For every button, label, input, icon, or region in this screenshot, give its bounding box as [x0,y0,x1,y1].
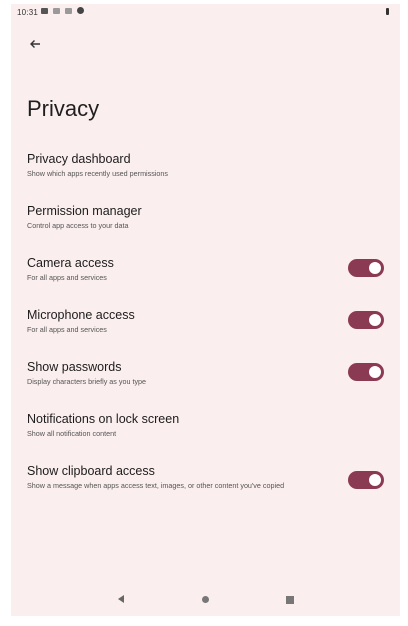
microphone-access-toggle[interactable] [348,311,384,329]
item-subtitle: Show a message when apps access text, im… [27,481,285,490]
item-subtitle: For all apps and services [27,325,107,334]
show-clipboard-access-item[interactable]: Show clipboard access Show a message whe… [27,464,392,490]
item-title: Privacy dashboard [27,152,131,166]
settings-screen: 10:31 Privacy Privacy dashboard Show whi… [11,4,400,616]
item-subtitle: Control app access to your data [27,221,129,230]
battery-icon [386,8,389,15]
back-triangle-icon[interactable] [118,595,124,603]
privacy-dashboard-item[interactable]: Privacy dashboard Show which apps recent… [27,152,392,178]
toggle-thumb [369,262,381,274]
message-icon [65,7,72,14]
arrow-back-icon [30,40,40,48]
navigation-bar [11,586,400,616]
item-subtitle: Show all notification content [27,429,117,438]
toggle-thumb [369,474,381,486]
toggle-thumb [369,366,381,378]
show-clipboard-access-toggle[interactable] [348,471,384,489]
camera-access-toggle[interactable] [348,259,384,277]
permission-manager-item[interactable]: Permission manager Control app access to… [27,204,392,230]
camera-access-item[interactable]: Camera access For all apps and services [27,256,392,282]
item-title: Camera access [27,256,114,270]
microphone-access-item[interactable]: Microphone access For all apps and servi… [27,308,392,334]
item-title: Show passwords [27,360,122,374]
status-time: 10:31 [17,8,39,17]
toggle-thumb [369,314,381,326]
item-title: Permission manager [27,204,142,218]
recents-square-icon[interactable] [286,596,294,604]
show-passwords-item[interactable]: Show passwords Display characters briefl… [27,360,392,386]
item-title: Microphone access [27,308,135,322]
item-subtitle: Show which apps recently used permission… [27,169,169,178]
show-passwords-toggle[interactable] [348,363,384,381]
item-title: Notifications on lock screen [27,412,180,426]
back-button[interactable] [25,34,45,54]
settings-gear-icon [77,7,84,14]
status-bar: 10:31 [11,4,400,24]
notifications-lock-screen-item[interactable]: Notifications on lock screen Show all no… [27,412,392,438]
status-icons [41,7,84,14]
item-subtitle: Display characters briefly as you type [27,377,147,386]
item-title: Show clipboard access [27,464,155,478]
home-circle-icon[interactable] [202,596,209,603]
item-subtitle: For all apps and services [27,273,107,282]
cast-icon [53,7,60,14]
notification-icon [41,7,48,14]
page-title: Privacy [27,96,100,121]
